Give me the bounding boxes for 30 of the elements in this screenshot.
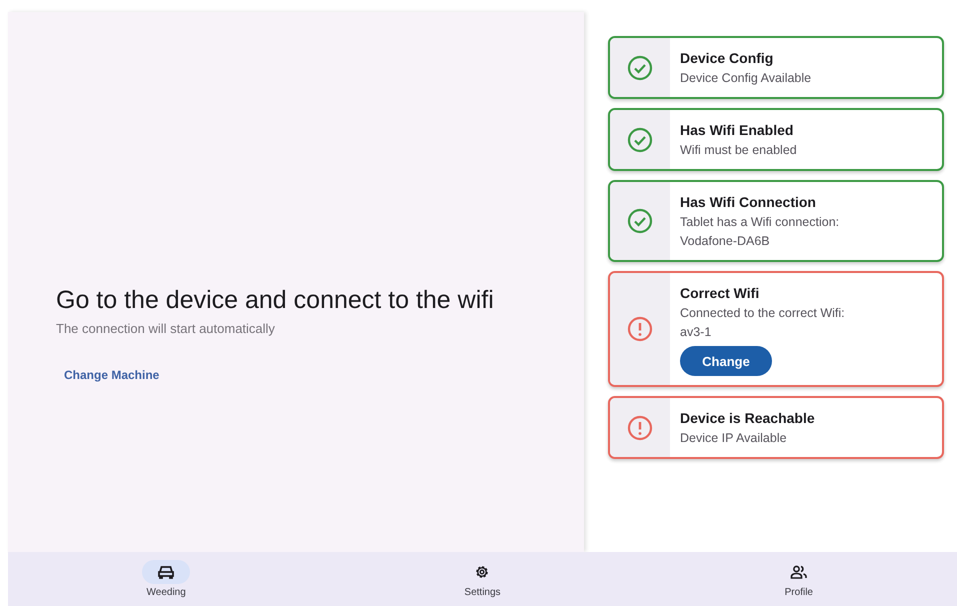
heading: Go to the device and connect to the wifi: [56, 286, 495, 315]
change-machine-link[interactable]: Change Machine: [64, 364, 160, 386]
settings-icon: [474, 564, 490, 580]
card-title: Correct Wifi: [680, 285, 760, 301]
card-title: Has Wifi Enabled: [680, 122, 794, 138]
card-text: Connected to the correct Wifi:: [680, 305, 845, 322]
card-text: Device Config Available: [680, 70, 812, 87]
card-text: Tablet has a Wifi connection:: [680, 214, 840, 231]
nav-label: Weeding: [146, 587, 186, 598]
card-text: Vodafone-DA6B: [680, 233, 771, 250]
change-button[interactable]: Change: [680, 346, 772, 376]
nav-tab[interactable]: Settings: [324, 552, 641, 606]
alert-circle-icon: [627, 414, 653, 440]
alert-circle-icon: [627, 316, 653, 342]
people-icon: [790, 565, 808, 579]
check-circle-icon: [627, 208, 653, 234]
check-circle-icon: [627, 54, 653, 80]
nav-tab[interactable]: Weeding: [8, 552, 324, 606]
card-text: Wifi must be enabled: [680, 142, 797, 159]
nav-label: Profile: [784, 587, 813, 598]
card-title: Device is Reachable: [680, 410, 815, 426]
check-circle-icon: [627, 126, 653, 152]
subtitle: The connection will start automatically: [56, 321, 276, 336]
nav-tab[interactable]: Profile: [640, 552, 957, 606]
card-text: Device IP Available: [680, 430, 788, 447]
nav-label: Settings: [464, 587, 501, 598]
card-text: av3-1: [680, 324, 712, 341]
card-title: Device Config: [680, 50, 774, 66]
card-title: Has Wifi Connection: [680, 194, 817, 210]
car-icon: [157, 565, 176, 579]
